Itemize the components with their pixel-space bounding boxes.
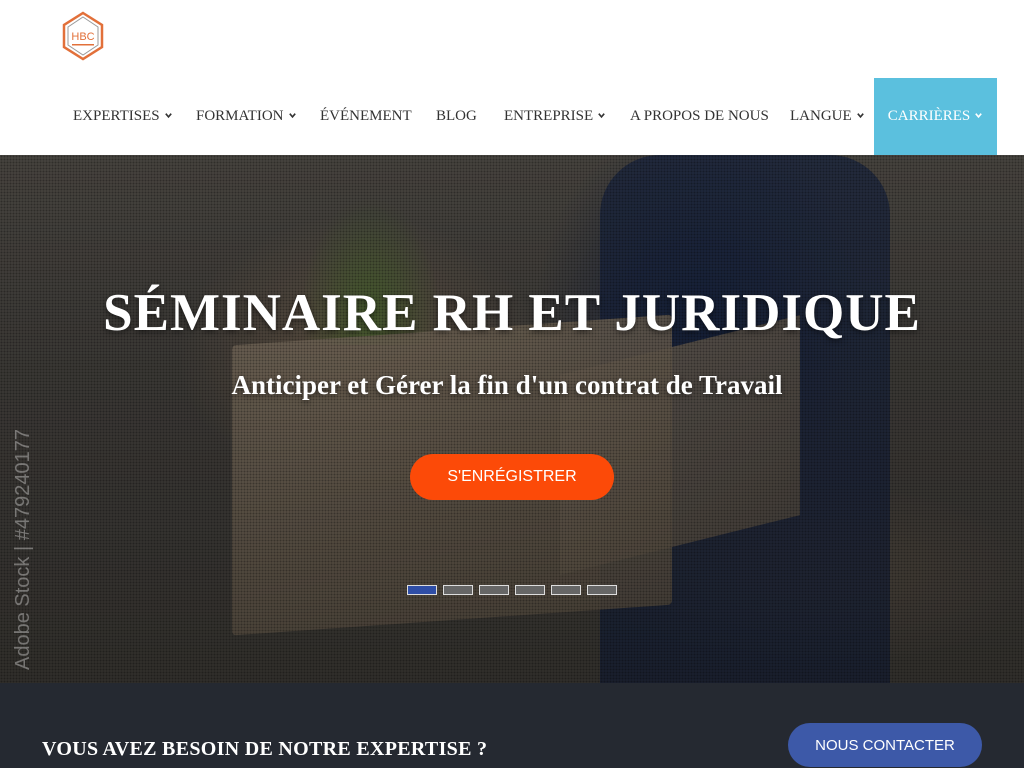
company-logo[interactable]: HBC [60,11,106,61]
nav-label-formation: FORMATION [196,108,284,124]
logo-letters: HBC [71,31,94,43]
chevron-down-icon [856,113,864,119]
nav-item-langue[interactable]: LANGUE [790,78,865,155]
chevron-down-icon [975,113,983,119]
band-title: VOUS AVEZ BESOIN DE NOTRE EXPERTISE ? [42,738,488,760]
hero-subtitle: Anticiper et Gérer la fin d'un contrat d… [231,370,783,400]
nav-label-carrieres: CARRIÈRES [887,108,971,124]
chevron-down-icon [288,113,296,119]
chevron-down-icon [164,113,172,119]
register-button[interactable]: S'ENRÉGISTRER [410,454,614,500]
nav-item-entreprise[interactable]: ENTREPRISE [504,78,606,155]
nav-item-blog[interactable]: BLOG [436,78,477,155]
main-nav: EXPERTISES FORMATION ÉVÉNEMENT BLOG ENTR… [0,78,1024,155]
slide-indicator[interactable] [443,585,473,595]
contact-button[interactable]: NOUS CONTACTER [788,723,982,767]
hero-title: SÉMINAIRE RH ET JURIDIQUE [103,284,921,342]
stock-watermark: Adobe Stock | #479240177 [12,429,34,670]
slide-indicator[interactable] [515,585,545,595]
nav-item-expertises[interactable]: EXPERTISES [73,78,173,155]
hero-slider: Adobe Stock | #479240177 SÉMINAIRE RH ET… [0,155,1024,683]
nav-item-a-propos[interactable]: A PROPOS DE NOUS [630,78,769,155]
nav-item-evenement[interactable]: ÉVÉNEMENT [320,78,412,155]
chevron-down-icon [598,113,606,119]
expertise-band: VOUS AVEZ BESOIN DE NOTRE EXPERTISE ? NO… [0,683,1024,768]
slide-indicator[interactable] [551,585,581,595]
slide-indicator[interactable] [479,585,509,595]
hero-dot-pattern [0,155,1024,683]
nav-item-formation[interactable]: FORMATION [196,78,297,155]
nav-label-expertises: EXPERTISES [73,108,160,124]
nav-label-langue: LANGUE [790,108,852,124]
slide-indicator[interactable] [407,585,437,595]
slide-indicators [407,585,617,595]
site-header: HBC EXPERTISES FORMATION ÉVÉNEMENT BLOG … [0,0,1024,155]
slide-indicator[interactable] [587,585,617,595]
nav-label-evenement: ÉVÉNEMENT [320,108,412,124]
nav-label-a-propos: A PROPOS DE NOUS [630,108,769,124]
nav-label-entreprise: ENTREPRISE [504,108,594,124]
nav-label-blog: BLOG [436,108,477,124]
nav-item-carrieres[interactable]: CARRIÈRES [874,78,997,155]
